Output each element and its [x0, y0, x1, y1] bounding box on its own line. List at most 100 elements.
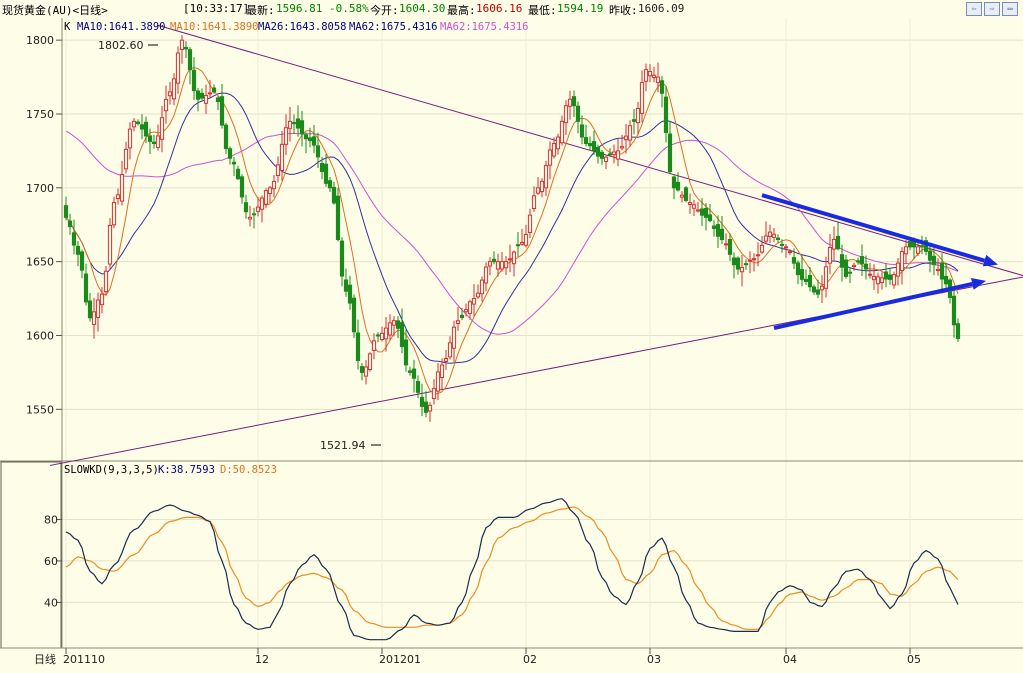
restore-button[interactable]: ▭: [1002, 2, 1018, 16]
high-label: 最高:: [447, 4, 476, 17]
kd-legend-name: SLOWKD(9,3,3,5): [64, 464, 159, 476]
candle-down: [299, 120, 305, 135]
candle-up: [483, 266, 489, 284]
candle-up: [431, 388, 437, 400]
candle-down: [151, 141, 157, 145]
prev-arrow-button[interactable]: ⇦: [966, 2, 982, 16]
candle-up: [175, 52, 181, 84]
candle-down: [83, 273, 89, 303]
candle-up: [519, 241, 525, 245]
candle-up: [759, 244, 765, 253]
candle-down: [707, 214, 713, 222]
candle-down: [807, 274, 813, 288]
candle-up: [651, 74, 657, 79]
candle-up: [107, 224, 113, 265]
candle-up: [163, 98, 169, 112]
candle-up: [783, 246, 789, 249]
candle-up: [451, 326, 457, 349]
candle-down: [699, 208, 705, 216]
candle-up: [691, 204, 697, 209]
legend-ma62: MA62:1675.4316: [349, 21, 438, 33]
candle-down: [399, 322, 405, 348]
candle-up: [507, 258, 513, 261]
candle-up: [499, 261, 505, 270]
candle-up: [427, 404, 433, 412]
candle-down: [839, 254, 845, 268]
x-tick-label: 05: [907, 653, 921, 666]
candle-down: [71, 232, 77, 246]
candle-up: [383, 327, 389, 340]
candle-down: [491, 258, 497, 263]
candle-down: [343, 279, 349, 292]
candle-down: [779, 243, 785, 246]
candle-down: [67, 220, 73, 228]
candle-down: [711, 225, 717, 229]
candle-up: [875, 276, 881, 285]
candle-down: [931, 255, 937, 266]
candle-down: [907, 240, 913, 248]
candle-down: [795, 262, 801, 276]
candle-up: [95, 299, 101, 318]
candle-up: [123, 148, 129, 170]
candle-up: [131, 120, 137, 128]
candle-up: [903, 246, 909, 255]
candle-down: [411, 368, 417, 379]
candle-up: [635, 107, 641, 124]
candle-up: [527, 214, 533, 234]
candle-up: [159, 117, 165, 140]
candle-down: [459, 314, 465, 318]
candle-up: [495, 261, 501, 270]
candle-up: [439, 364, 445, 378]
next-arrow-button[interactable]: ⇨: [984, 2, 1000, 16]
candle-down: [323, 163, 329, 184]
candle-up: [119, 174, 125, 202]
candle-up: [259, 197, 265, 210]
candle-up: [155, 135, 161, 148]
candle-down: [859, 256, 865, 265]
candle-up: [619, 146, 625, 149]
candle-up: [179, 39, 185, 51]
candle-down: [939, 262, 945, 280]
price-tick-label: 1800: [26, 34, 54, 47]
legend-k: K: [64, 21, 71, 33]
high-value: 1606.16: [476, 2, 523, 15]
candle-down: [63, 205, 69, 218]
kd-legend-k: K:38.7593: [158, 464, 215, 476]
candle-up: [387, 322, 393, 336]
candle-down: [199, 92, 205, 99]
candle-up: [523, 233, 529, 246]
candle-up: [767, 231, 773, 237]
price-chart[interactable]: 1550 1600 1650 1700 1750 1800 40 60 80 201110 12…: [0, 18, 1023, 673]
candle-down: [239, 176, 245, 198]
candle-down: [843, 259, 849, 277]
candle-down: [315, 145, 321, 158]
candle-up: [935, 268, 941, 272]
candle-down: [919, 245, 925, 248]
kd-tick-label: 40: [44, 596, 58, 609]
low-annotation: 1521.94: [320, 439, 366, 452]
quote-time: [10:33:17]: [183, 2, 250, 15]
candle-down: [227, 148, 233, 159]
candle-up: [643, 69, 649, 82]
x-tick-label: 02: [523, 653, 537, 666]
candle-down: [219, 96, 225, 126]
candle-up: [391, 320, 397, 326]
candle-up: [723, 243, 729, 246]
candle-down: [415, 381, 421, 393]
candle-up: [555, 136, 561, 150]
candle-up: [771, 233, 777, 238]
candle-up: [551, 143, 557, 157]
candle-down: [659, 80, 665, 94]
candle-up: [443, 358, 449, 362]
candle-down: [663, 96, 669, 133]
candle-up: [627, 125, 633, 141]
candle-up: [871, 275, 877, 281]
candle-up: [739, 267, 745, 273]
candle-up: [891, 274, 897, 286]
prevclose-label: 昨收:: [609, 4, 638, 17]
candle-down: [667, 133, 673, 173]
open-label: 今开:: [370, 4, 399, 17]
candle-up: [603, 156, 609, 162]
candle-down: [791, 257, 797, 264]
candle-up: [127, 128, 133, 149]
